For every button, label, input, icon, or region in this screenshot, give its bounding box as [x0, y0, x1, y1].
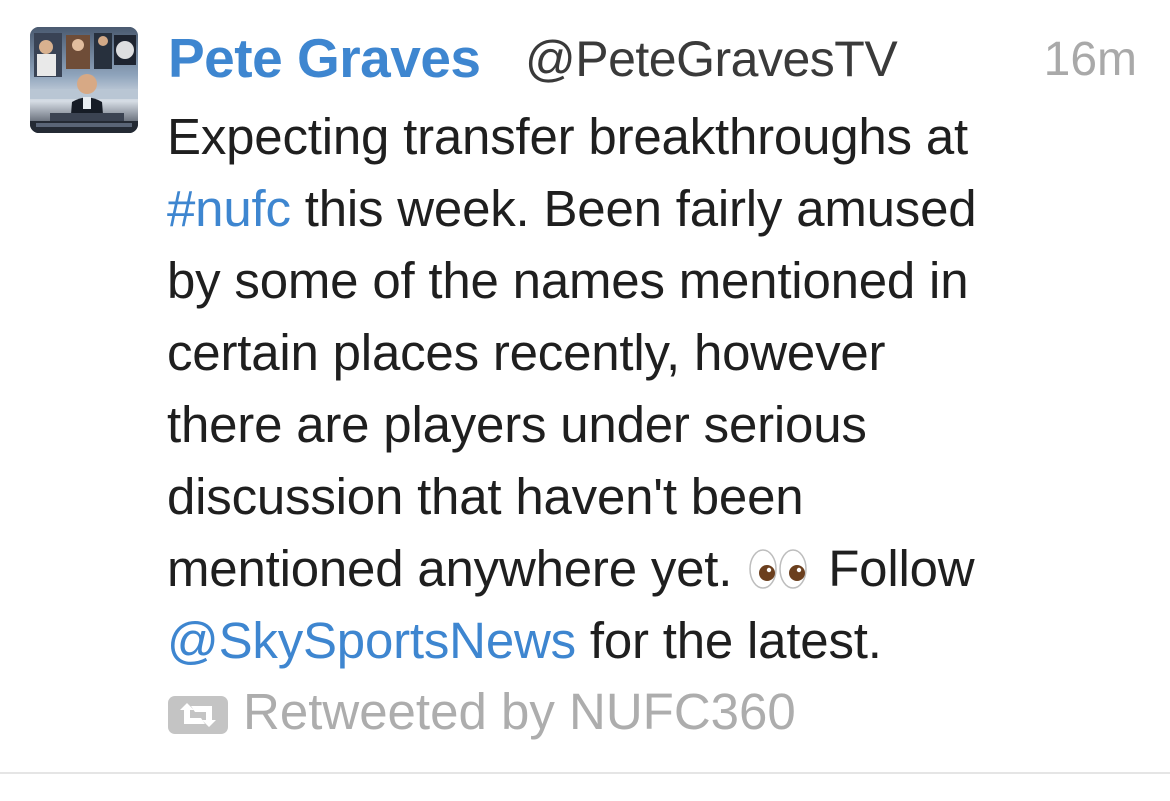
tweet-text-segment: there are players under serious [167, 396, 867, 453]
mention-link[interactable]: @SkySportsNews [167, 612, 576, 669]
tweet-text-segment: discussion that haven't been [167, 468, 804, 525]
tweet-text-line: mentioned anywhere yet. Follow [167, 533, 1147, 605]
tweet-text-segment: Expecting transfer breakthroughs at [167, 108, 968, 165]
tweet-text-segment: certain places recently, however [167, 324, 886, 381]
tweet-text-segment: Follow [828, 540, 975, 597]
tweet-text-line: there are players under serious [167, 389, 1147, 461]
tweet-text-line: by some of the names mentioned in [167, 245, 1147, 317]
retweet-icon [168, 696, 228, 734]
hashtag-link[interactable]: #nufc [167, 180, 291, 237]
author-name[interactable]: Pete Graves [168, 26, 481, 90]
author-avatar[interactable] [30, 27, 138, 133]
tweet-text-segment: for the latest. [575, 612, 882, 669]
tweet-text-line: #nufc this week. Been fairly amused [167, 173, 1147, 245]
eyes-emoji [748, 537, 808, 609]
tweet-text-segment: mentioned anywhere yet. [167, 540, 733, 597]
tweet-text-segment: by some of the names mentioned in [167, 252, 969, 309]
author-handle[interactable]: @PeteGravesTV [525, 30, 898, 88]
tweet-text-line: Expecting transfer breakthroughs at [167, 101, 1147, 173]
cell-divider [0, 772, 1170, 774]
tweet-text-line: @SkySportsNews for the latest. [167, 605, 1147, 677]
tweet-cell[interactable]: Pete Graves @PeteGravesTV 16m Expecting … [0, 0, 1170, 772]
tweet-text-segment: this week. Been fairly amused [290, 180, 977, 237]
tweet-timestamp: 16m [1043, 33, 1137, 86]
tweet-body: Expecting transfer breakthroughs at #nufc… [167, 101, 1147, 677]
tweet-text-line: certain places recently, however [167, 317, 1147, 389]
avatar-photo-icon [30, 27, 138, 133]
tweet-text-line: discussion that haven't been [167, 461, 1147, 533]
retweeted-by-label[interactable]: Retweeted by NUFC360 [243, 680, 796, 744]
tweet-header: Pete Graves @PeteGravesTV 16m [168, 22, 1143, 92]
